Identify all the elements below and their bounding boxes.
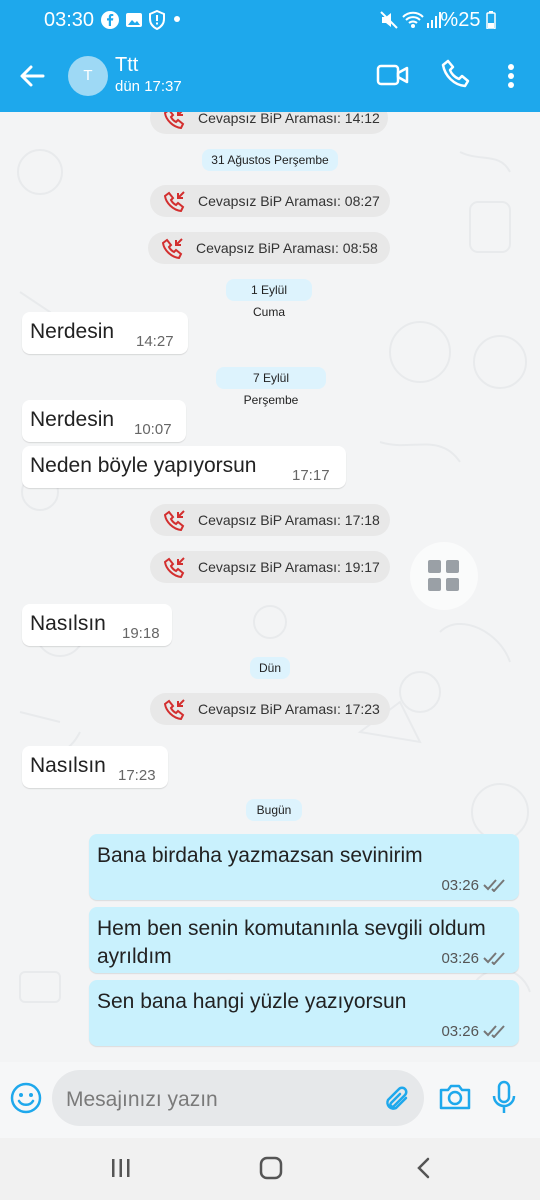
incoming-message[interactable]: Nerdesin 10:07 bbox=[22, 400, 186, 442]
incoming-message[interactable]: Nerdesin 14:27 bbox=[22, 312, 188, 354]
shield-alert-icon bbox=[149, 10, 165, 30]
status-time: 03:30 bbox=[44, 9, 95, 31]
missed-call-icon bbox=[164, 191, 185, 212]
missed-call-notice[interactable]: Cevapsız BiP Araması: 17:18 bbox=[150, 504, 390, 536]
message-composer: Mesajınızı yazın bbox=[0, 1062, 540, 1138]
date-chip: Dün bbox=[250, 657, 290, 679]
date-chip: 1 Eylül Cuma bbox=[226, 279, 312, 319]
incoming-message[interactable]: Nasılsın 17:23 bbox=[22, 746, 168, 788]
outgoing-message[interactable]: Bana birdaha yazmazsan sevinirim 03:26 bbox=[89, 834, 519, 900]
missed-call-text: Cevapsız BiP Araması: 19:17 bbox=[198, 559, 380, 575]
avatar[interactable]: T bbox=[68, 56, 108, 96]
missed-call-notice[interactable]: Cevapsız BiP Araması: 08:58 bbox=[148, 232, 390, 264]
gallery-icon bbox=[126, 13, 142, 27]
missed-call-notice[interactable]: Cevapsız BiP Araması: 08:27 bbox=[150, 185, 390, 217]
message-time: 03:26 bbox=[441, 1023, 479, 1040]
battery-icon bbox=[486, 11, 496, 30]
mute-icon bbox=[380, 11, 398, 29]
missed-call-text: Cevapsız BiP Araması: 17:18 bbox=[198, 512, 380, 528]
video-call-icon[interactable] bbox=[376, 62, 410, 88]
facebook-icon bbox=[101, 11, 119, 29]
contact-name[interactable]: Ttt bbox=[115, 54, 138, 77]
missed-call-icon bbox=[162, 238, 183, 259]
more-vert-icon[interactable] bbox=[506, 62, 516, 90]
chat-header: T Ttt dün 17:37 bbox=[0, 40, 540, 112]
missed-call-notice[interactable]: Cevapsız BiP Araması: 17:23 bbox=[150, 693, 390, 725]
status-bar: 03:30 %25 bbox=[0, 0, 540, 40]
date-chip: 7 Eylül Perşembe bbox=[216, 367, 326, 407]
missed-call-notice[interactable]: Cevapsız BiP Araması: 19:17 bbox=[150, 551, 390, 583]
message-time: 10:07 bbox=[134, 421, 172, 438]
missed-call-text: Cevapsız BiP Araması: 08:58 bbox=[196, 240, 378, 256]
double-check-icon bbox=[483, 952, 505, 965]
message-input-placeholder: Mesajınızı yazın bbox=[66, 1088, 218, 1111]
phone-icon[interactable] bbox=[440, 58, 472, 90]
chat-area[interactable]: Cevapsız BiP Araması: 14:12 31 Ağustos P… bbox=[0, 112, 540, 1062]
message-text: Nasılsın bbox=[30, 612, 106, 635]
message-time: 14:27 bbox=[136, 333, 174, 350]
message-time: 03:26 bbox=[441, 950, 479, 967]
message-time: 17:23 bbox=[118, 767, 156, 784]
camera-icon[interactable] bbox=[438, 1082, 472, 1112]
system-nav-bar bbox=[0, 1138, 540, 1200]
message-text: Nasılsın bbox=[30, 754, 106, 777]
recent-apps-icon[interactable] bbox=[110, 1156, 132, 1180]
double-check-icon bbox=[483, 879, 505, 892]
date-chip: 31 Ağustos Perşembe bbox=[202, 149, 338, 171]
missed-call-icon bbox=[164, 699, 185, 720]
incoming-message[interactable]: Neden böyle yapıyorsun 17:17 bbox=[22, 446, 346, 488]
dot-icon bbox=[174, 16, 180, 22]
incoming-message[interactable]: Nasılsın 19:18 bbox=[22, 604, 172, 646]
battery-level: %25 bbox=[440, 9, 496, 32]
outgoing-message[interactable]: Sen bana hangi yüzle yazıyorsun 03:26 bbox=[89, 980, 519, 1046]
missed-call-notice[interactable]: Cevapsız BiP Araması: 14:12 bbox=[150, 112, 388, 134]
wifi-icon bbox=[402, 11, 424, 28]
message-time: 03:26 bbox=[441, 877, 479, 894]
back-nav-icon[interactable] bbox=[414, 1156, 432, 1180]
menu-grid-button[interactable] bbox=[410, 542, 478, 610]
double-check-icon bbox=[483, 1025, 505, 1038]
outgoing-message[interactable]: Hem ben senin komutanınla sevgili oldum … bbox=[89, 907, 519, 973]
mic-icon[interactable] bbox=[490, 1080, 518, 1116]
last-seen: dün 17:37 bbox=[115, 78, 182, 95]
date-chip: Bugün bbox=[246, 799, 302, 821]
missed-call-icon bbox=[164, 112, 185, 129]
message-text: Nerdesin bbox=[30, 408, 115, 431]
back-arrow-icon[interactable] bbox=[18, 62, 46, 90]
missed-call-text: Cevapsız BiP Araması: 08:27 bbox=[198, 193, 380, 209]
message-input[interactable]: Mesajınızı yazın bbox=[52, 1070, 424, 1126]
message-text: Sen bana hangi yüzle yazıyorsun bbox=[97, 990, 407, 1013]
grid-icon bbox=[428, 560, 459, 591]
message-time: 19:18 bbox=[122, 625, 160, 642]
message-time: 17:17 bbox=[292, 467, 330, 484]
missed-call-text: Cevapsız BiP Araması: 17:23 bbox=[198, 701, 380, 717]
message-text: Nerdesin bbox=[30, 320, 115, 343]
message-text: Neden böyle yapıyorsun bbox=[30, 454, 257, 477]
paperclip-icon[interactable] bbox=[382, 1084, 412, 1114]
home-icon[interactable] bbox=[258, 1156, 284, 1180]
missed-call-icon bbox=[164, 510, 185, 531]
message-text: Hem ben senin komutanınla sevgili oldum … bbox=[97, 917, 486, 968]
missed-call-icon bbox=[164, 557, 185, 578]
missed-call-text: Cevapsız BiP Araması: 14:12 bbox=[198, 112, 380, 126]
emoji-icon[interactable] bbox=[10, 1082, 42, 1114]
message-text: Bana birdaha yazmazsan sevinirim bbox=[97, 844, 423, 867]
